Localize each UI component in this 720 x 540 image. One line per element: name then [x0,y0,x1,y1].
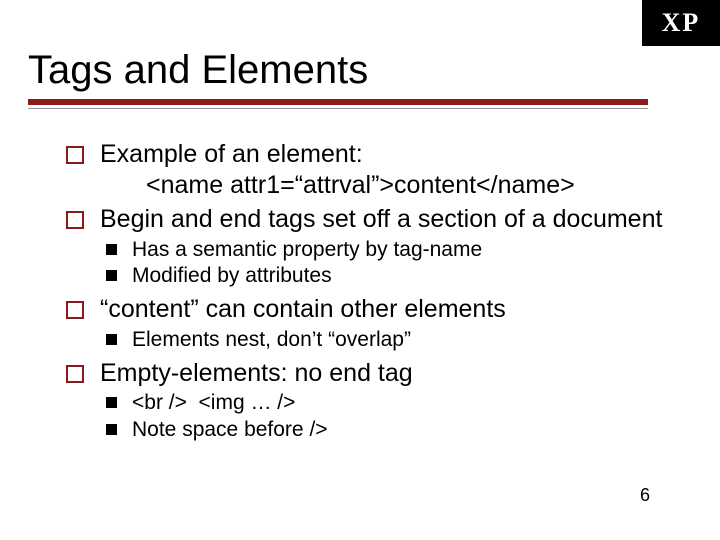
title-underline [0,99,720,109]
list-item: Elements nest, don’t “overlap” [132,327,672,354]
list-item: Note space before /> [132,417,672,444]
list-item: <br /> <img … /> [132,390,672,417]
slide-title: Tags and Elements [0,0,720,99]
rule-thick [28,99,648,105]
bullet-text: Example of an element: [100,140,363,168]
page-number: 6 [640,485,650,506]
list-item: Begin and end tags set off a section of … [100,204,672,290]
sub-list: Has a semantic property by tag-name Modi… [100,237,672,291]
bullet-list: Example of an element: <name attr1=“attr… [100,139,672,444]
bullet-text: Begin and end tags set off a section of … [100,205,662,233]
corner-label: XP [662,8,701,38]
example-code: <name attr1=“attrval”>content</name> [100,170,672,201]
list-item: Has a semantic property by tag-name [132,237,672,264]
corner-badge: XP [642,0,720,46]
list-item: Example of an element: <name attr1=“attr… [100,139,672,200]
bullet-text: “content” can contain other elements [100,295,506,323]
slide: XP Tags and Elements Example of an eleme… [0,0,720,540]
sub-list: <br /> <img … /> Note space before /> [100,390,672,444]
list-item: “content” can contain other elements Ele… [100,294,672,353]
bullet-text: Empty-elements: no end tag [100,359,413,387]
slide-body: Example of an element: <name attr1=“attr… [0,109,720,444]
list-item: Modified by attributes [132,263,672,290]
list-item: Empty-elements: no end tag <br /> <img …… [100,358,672,444]
sub-list: Elements nest, don’t “overlap” [100,327,672,354]
